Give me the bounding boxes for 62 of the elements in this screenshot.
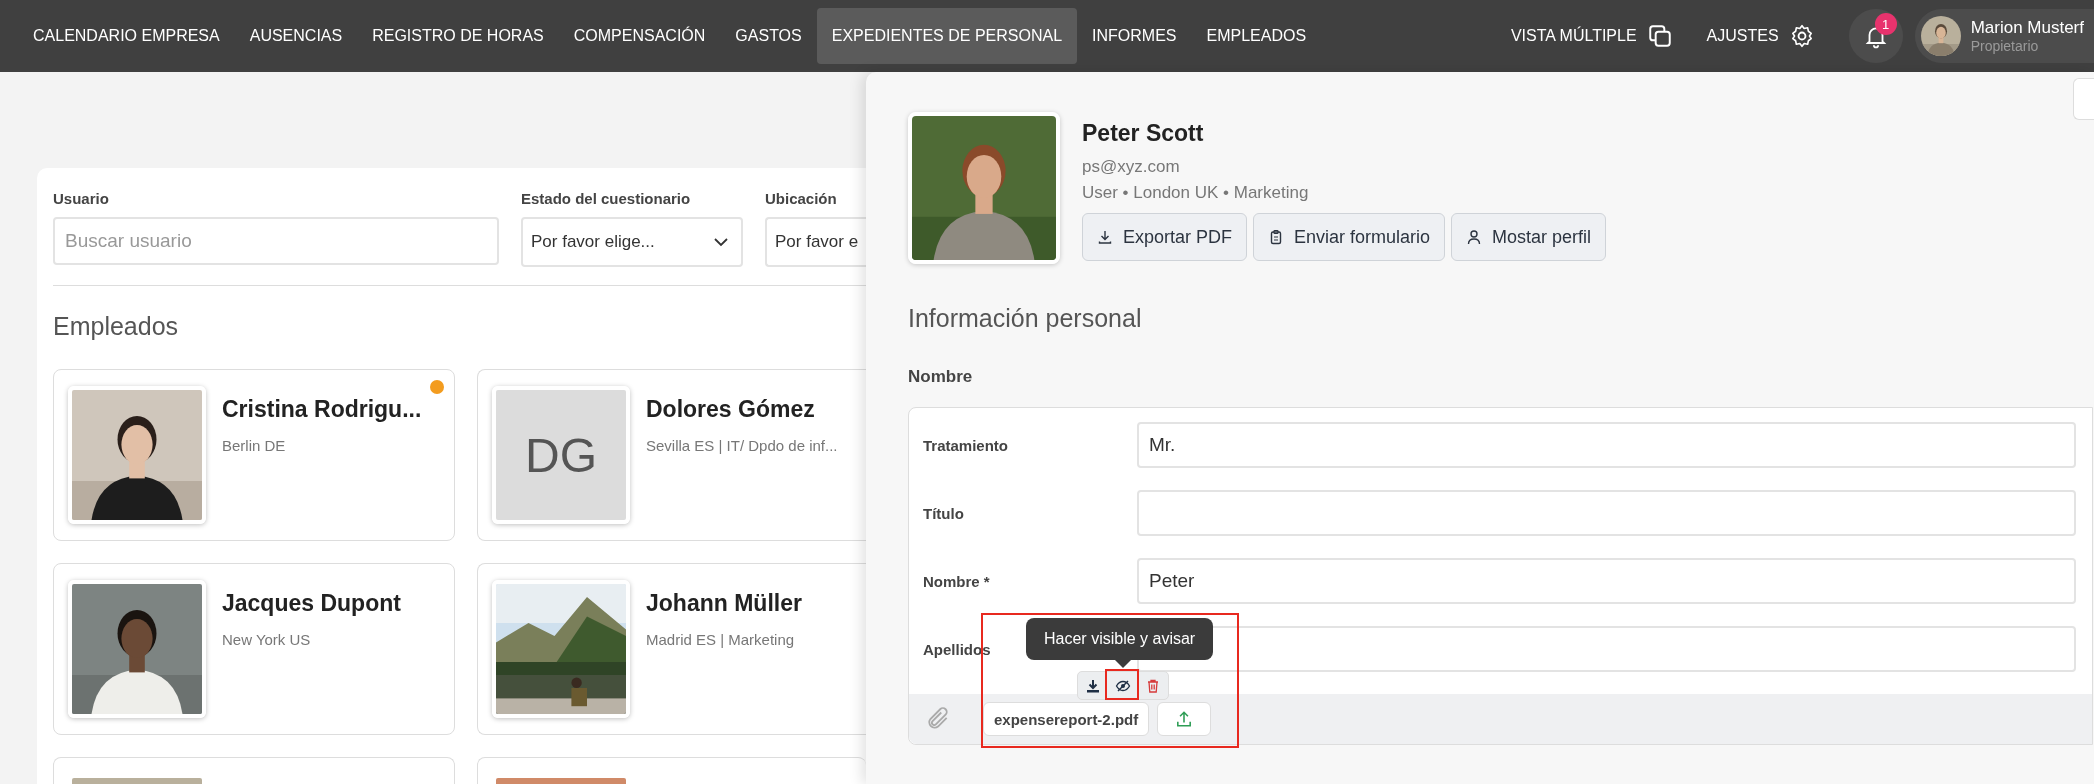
field-label: Usuario: [53, 190, 109, 207]
upload-button[interactable]: [1157, 702, 1212, 736]
employee-name: Cristina Rodrigu...: [222, 396, 422, 423]
field-label: Tratamiento: [923, 436, 1009, 454]
initials-avatar: DG: [496, 390, 626, 520]
nav-tab[interactable]: AUSENCIAS: [234, 8, 358, 64]
settings-link[interactable]: AJUSTES: [1706, 27, 1779, 45]
field-label: Nombre *: [923, 572, 990, 590]
employee-card[interactable]: Johann Müller Madrid ES | Marketing: [477, 563, 866, 735]
paperclip-icon[interactable]: [925, 706, 951, 732]
field-label: Título: [923, 504, 964, 522]
text-field[interactable]: [1137, 626, 2076, 672]
notification-badge: 1: [1874, 13, 1897, 35]
trash-icon: [1145, 677, 1161, 694]
section-heading: Empleados: [53, 312, 179, 341]
nav-tab[interactable]: GASTOS: [720, 8, 817, 64]
user-name: Marion Musterf: [1970, 18, 2084, 38]
employee-card[interactable]: DG Dolores Gómez Sevilla ES | IT/ Dpdo de inf...: [477, 369, 866, 541]
action-button[interactable]: Mostar perfil: [1451, 213, 1607, 261]
download-icon: [1097, 229, 1113, 245]
nav-tab[interactable]: INFORMES: [1077, 8, 1192, 64]
download-icon: [1085, 677, 1101, 694]
person-details: User • London UK • Marketing: [1082, 183, 1310, 203]
employee-name: Jacques Dupont: [222, 590, 401, 617]
person-name: Peter Scott: [1082, 120, 1205, 147]
user-role: Propietario: [1970, 38, 2040, 54]
nav-tab[interactable]: EXPEDIENTES DE PERSONAL: [816, 8, 1078, 64]
employee-card[interactable]: Jacques Dupont New York US: [53, 563, 455, 735]
employee-name: Johann Müller: [646, 590, 802, 617]
search-field[interactable]: Buscar usuario: [53, 217, 499, 265]
action-button[interactable]: Enviar formulario: [1253, 213, 1446, 261]
employee-card[interactable]: [477, 757, 866, 784]
field-label: Ubicación: [765, 190, 837, 207]
tooltip: Hacer visible y avisar: [1026, 618, 1214, 660]
text-field[interactable]: Mr.: [1137, 422, 2076, 468]
person-email: ps@xyz.com: [1082, 157, 1181, 177]
employee-name: Dolores Gómez: [646, 396, 816, 423]
copy-icon[interactable]: [1646, 23, 1673, 49]
dropdown[interactable]: Por favor elige...: [521, 217, 743, 267]
employee-location: New York US: [222, 631, 312, 648]
action-button[interactable]: Exportar PDF: [1082, 213, 1248, 261]
person-icon: [1466, 229, 1483, 245]
file-chip[interactable]: expensereport-2.pdf: [983, 702, 1150, 736]
user-menu[interactable]: Marion Musterf Propietario: [1914, 9, 2094, 63]
employee-card[interactable]: Cristina Rodrigu... Berlin DE: [53, 369, 455, 541]
employee-location: Berlin DE: [222, 437, 287, 454]
text-field[interactable]: [1137, 490, 2076, 536]
employee-location: Sevilla ES | IT/ Dpdo de inf...: [646, 437, 838, 454]
nav-tab[interactable]: REGISTRO DE HORAS: [357, 8, 559, 64]
tooltip-pointer: [1115, 660, 1131, 668]
text-field[interactable]: Peter: [1137, 558, 2076, 604]
nav-tab[interactable]: COMPENSACIÓN: [558, 8, 721, 64]
nav-tab[interactable]: EMPLEADOS: [1191, 8, 1322, 64]
employee-location: Madrid ES | Marketing: [646, 631, 796, 648]
employee-card[interactable]: [53, 757, 455, 784]
group-heading: Nombre: [908, 367, 973, 387]
nav-tab[interactable]: CALENDARIO EMPRESA: [18, 8, 235, 64]
field-label: Estado del cuestionario: [521, 190, 691, 207]
notifications-button[interactable]: 1: [1848, 9, 1903, 63]
upload-icon: [1175, 710, 1194, 728]
multi-view-link[interactable]: VISTA MÚLTIPLE: [1510, 27, 1637, 45]
section-heading: Información personal: [908, 304, 1142, 333]
